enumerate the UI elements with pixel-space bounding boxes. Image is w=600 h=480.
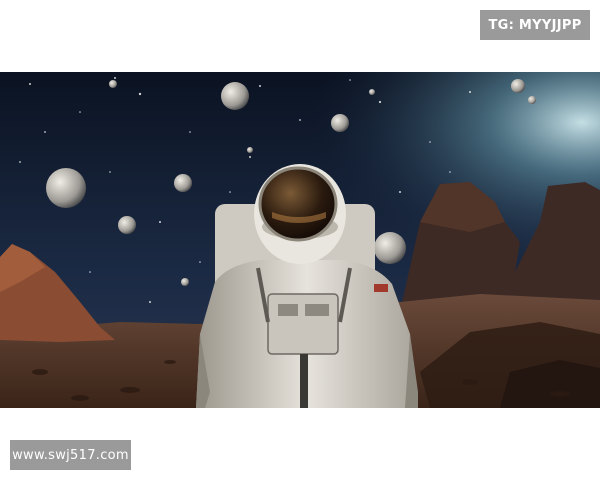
watermark-top: TG: MYYJJPP: [480, 10, 590, 40]
website-watermark: www.swj517.com: [10, 440, 131, 470]
astronaut-photo: [0, 72, 600, 408]
